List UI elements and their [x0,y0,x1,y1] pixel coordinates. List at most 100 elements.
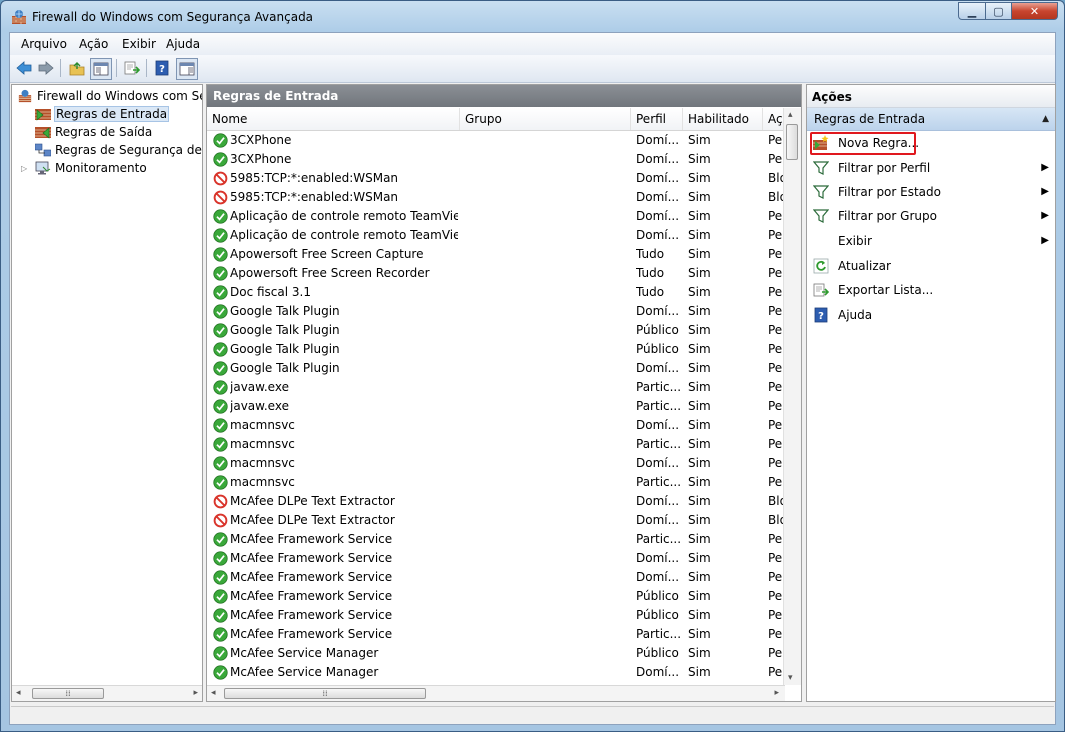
cell-profile: Público [636,323,679,337]
expand-arrow-icon[interactable]: ▷ [21,164,31,173]
table-row[interactable]: Apowersoft Free Screen Recorder Tudo Sim Pe… [207,264,785,283]
cell-group [460,492,630,511]
table-row[interactable]: Google Talk PluginPúblicoSimPer [207,321,785,340]
tree-item-monitoring[interactable]: ▷ Monitoramento [21,160,147,176]
actions-title-bar: Ações [807,85,1055,108]
column-header-acao[interactable]: Açã [763,108,785,130]
scroll-right-icon[interactable]: ▸ [774,688,779,698]
column-header-habilitado[interactable]: Habilitado [683,108,763,130]
table-row[interactable]: Google Talk PluginDomí...SimPer [207,302,785,321]
tree-item-outbound-rules[interactable]: Regras de Saída [35,124,152,140]
menu-acao[interactable]: Ação [79,37,108,51]
menu-ajuda[interactable]: Ajuda [166,37,200,51]
menu-exibir[interactable]: Exibir [122,37,156,51]
scrollbar-thumb[interactable]: ⁞⁞ [224,688,426,699]
action-nova-regra[interactable]: Nova Regra... [807,132,1055,155]
scroll-left-icon[interactable]: ◂ [211,688,216,698]
allow-check-icon [213,342,228,357]
cell-enabled: Sim [688,171,711,185]
action-atualizar[interactable]: Atualizar [807,255,1055,277]
submenu-arrow-icon: ▶ [1041,210,1049,221]
cell-name: macmnsvc [230,456,295,470]
cell-name: Google Talk Plugin [230,342,340,356]
table-row[interactable]: Google Talk PluginDomí...SimPer [207,359,785,378]
collapse-up-icon[interactable]: ▲ [1042,114,1049,124]
table-row[interactable]: Aplicação de controle remoto TeamViewer D… [207,207,785,226]
table-row[interactable]: Apowersoft Free Screen CaptureTudoSimPer [207,245,785,264]
table-row[interactable]: McAfee Framework ServicePartic...SimPer [207,625,785,644]
close-button[interactable]: ✕ [1012,2,1058,20]
menu-arquivo[interactable]: Arquivo [21,37,67,51]
scrollbar-thumb[interactable] [786,124,798,160]
rules-vertical-scrollbar[interactable]: ▴ ▾ [783,108,801,685]
forward-button[interactable] [36,58,56,78]
back-button[interactable] [14,58,34,78]
scroll-down-icon[interactable]: ▾ [788,673,793,683]
tree-item-connection-security[interactable]: Regras de Segurança de Cor [35,142,202,158]
table-row[interactable]: macmnsvcPartic...SimPer [207,473,785,492]
action-exibir[interactable]: Exibir ▶ [807,230,1055,252]
table-row[interactable]: macmnsvcPartic...SimPer [207,435,785,454]
cell-enabled: Sim [688,380,711,394]
filter-icon [813,185,829,199]
tree-item-inbound-rules[interactable]: Regras de Entrada [35,106,170,122]
table-row[interactable]: 3CXPhoneDomí...SimPer [207,131,785,150]
column-header-perfil[interactable]: Perfil [631,108,683,130]
table-row[interactable]: macmnsvcDomí...SimPer [207,416,785,435]
scroll-left-icon[interactable]: ◂ [16,688,21,698]
table-row[interactable]: Aplicação de controle remoto TeamViewer D… [207,226,785,245]
table-row[interactable]: McAfee Framework ServiceDomí...SimPer [207,568,785,587]
scroll-right-icon[interactable]: ▸ [193,688,198,698]
table-row[interactable]: McAfee Framework ServicePartic...SimPer [207,530,785,549]
cell-name: McAfee Framework Service [230,589,393,603]
cell-name: McAfee DLPe Text Extractor [230,513,395,527]
cell-enabled: Sim [688,494,711,508]
table-row[interactable]: javaw.exePartic...SimPer [207,397,785,416]
scroll-up-icon[interactable]: ▴ [788,110,793,120]
help-book-icon: ? [155,60,169,76]
table-row[interactable]: 5985:TCP:*:enabled:WSManDomí...SimBlo [207,188,785,207]
show-hide-action-pane-button[interactable] [176,58,198,80]
table-row[interactable]: McAfee Framework ServicePúblicoSimPer [207,606,785,625]
action-filtrar-perfil[interactable]: Filtrar por Perfil ▶ [807,157,1055,179]
help-button[interactable]: ? [152,58,172,78]
action-filtrar-grupo[interactable]: Filtrar por Grupo ▶ [807,205,1055,227]
table-row[interactable]: McAfee DLPe Text ExtractorDomí...SimBlo [207,492,785,511]
cell-profile: Domí... [636,456,680,470]
show-hide-tree-button[interactable] [90,58,112,80]
minimize-button[interactable]: ▁ [958,2,986,20]
table-row[interactable]: McAfee Framework ServiceDomí...SimPer [207,549,785,568]
export-button[interactable] [122,58,142,78]
scrollbar-thumb[interactable]: ⁞⁞ [32,688,104,699]
cell-profile: Partic... [636,532,682,546]
table-row[interactable]: McAfee Service ManagerPúblicoSimPer [207,644,785,663]
table-row[interactable]: 5985:TCP:*:enabled:WSManDomí...SimBlo [207,169,785,188]
table-row[interactable]: 3CXPhoneDomí...SimPer [207,150,785,169]
table-row[interactable]: Google Talk PluginPúblicoSimPer [207,340,785,359]
monitor-icon [35,161,51,175]
table-row[interactable]: Doc fiscal 3.1TudoSimPer [207,283,785,302]
table-row[interactable]: macmnsvcDomí...SimPer [207,454,785,473]
column-header-nome[interactable]: Nome [207,108,460,130]
table-row[interactable]: McAfee DLPe Text ExtractorDomí...SimBlo [207,511,785,530]
toolbar-separator [60,59,61,77]
actions-section-header[interactable]: Regras de Entrada ▲ [807,108,1055,131]
tree-item-root[interactable]: Firewall do Windows com Segu [17,88,202,104]
action-ajuda[interactable]: ? Ajuda [807,304,1055,326]
window-controls: ▁ ▢ ✕ [958,2,1058,20]
rules-horizontal-scrollbar[interactable]: ◂ ⁞⁞ ▸ [207,685,785,701]
action-filtrar-estado[interactable]: Filtrar por Estado ▶ [807,181,1055,203]
action-exportar-lista[interactable]: Exportar Lista... [807,279,1055,301]
maximize-button[interactable]: ▢ [986,2,1012,20]
cell-group [460,188,630,207]
up-level-button[interactable] [67,58,87,78]
toolbar: ? [10,55,1055,83]
column-header-grupo[interactable]: Grupo [460,108,631,130]
cell-name: Apowersoft Free Screen Recorder [230,266,430,280]
table-row[interactable]: McAfee Framework ServicePúblicoSimPer [207,587,785,606]
action-label: Exibir [838,234,872,248]
tree-horizontal-scrollbar[interactable]: ◂ ⁞⁞ ▸ [12,685,202,701]
cell-enabled: Sim [688,437,711,451]
table-row[interactable]: javaw.exePartic...SimPer [207,378,785,397]
table-row[interactable]: McAfee Service ManagerDomí...SimPer [207,663,785,682]
